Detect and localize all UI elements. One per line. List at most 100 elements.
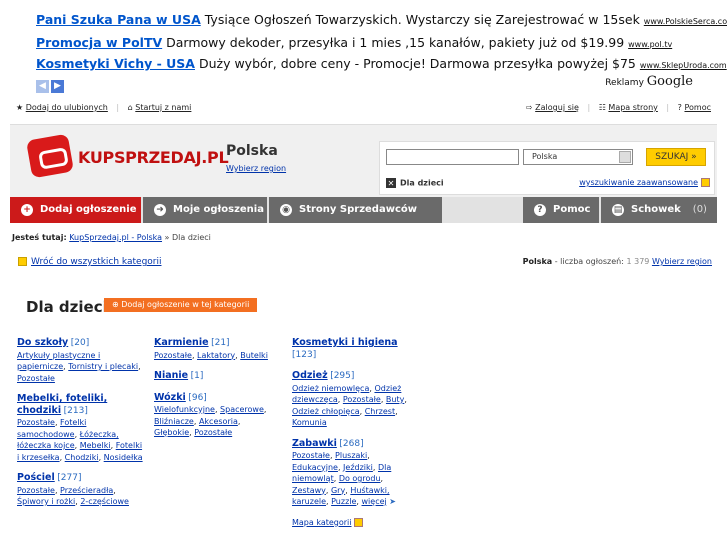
login-link[interactable]: Zaloguj się (535, 103, 579, 112)
choose-region-link[interactable]: Wybierz region (226, 164, 286, 173)
add-in-category-button[interactable]: ⊕ Dodaj ogłoszenie w tej kategorii (104, 298, 258, 312)
subcategory-link[interactable]: Buty (386, 395, 404, 404)
help-link[interactable]: Pomoc (684, 103, 711, 112)
ad-1[interactable]: Pani Szuka Pana w USA Tysiące Ogłoszeń T… (36, 12, 727, 27)
category-link[interactable]: Kosmetyki i higiena (292, 337, 398, 348)
subcategory-link[interactable]: Pozostałe (292, 451, 330, 460)
subcategory-link[interactable]: Tornistry i plecaki (68, 362, 138, 371)
ad-url[interactable]: www.PolskieSerca.com (644, 17, 727, 26)
category-map-link[interactable]: Mapa kategorii (292, 518, 352, 527)
category-count: [1] (190, 371, 204, 381)
search-input[interactable] (386, 149, 519, 165)
subcategory-link[interactable]: Pozostałe (154, 351, 192, 360)
subcategory-link[interactable]: Komunia (292, 418, 327, 427)
subcategory-link[interactable]: Chrzest (365, 407, 395, 416)
subcategory-link[interactable]: Akcesoria (199, 417, 238, 426)
search-panel: Polska SZUKAJ » ✕ Dla dzieci wyszukiwanie… (379, 141, 715, 195)
homepage-link[interactable]: Startuj z nami (135, 103, 191, 112)
tab-clipboard[interactable]: ▤ Schowek (0) (601, 197, 717, 223)
subcategory-link[interactable]: Śpiwory i rożki (17, 497, 75, 506)
subcategory-link[interactable]: Nosidełka (104, 453, 143, 462)
subcategory-link[interactable]: Mebelki (80, 441, 111, 450)
category-link[interactable]: Karmienie (154, 337, 209, 348)
kids-filter-checkbox[interactable]: ✕ Dla dzieci (386, 178, 444, 188)
ad-title[interactable]: Promocja w PolTV (36, 35, 162, 50)
count-choose-region[interactable]: Wybierz region (652, 257, 712, 266)
subcategory-link[interactable]: Do ogrodu (339, 474, 381, 483)
category-link[interactable]: Pościel (17, 472, 55, 483)
subcategory-link[interactable]: Gry (331, 486, 345, 495)
subcategory-link[interactable]: Edukacyjne (292, 463, 338, 472)
subcategory-link[interactable]: Pozostałe (343, 395, 381, 404)
plus-icon: + (21, 204, 33, 216)
advanced-search-link[interactable]: wyszukiwanie zaawansowane (579, 178, 698, 187)
breadcrumb-home[interactable]: KupSprzedaj.pl - Polska (69, 233, 162, 242)
ads-label: Reklamy (605, 78, 644, 88)
ad-title[interactable]: Kosmetyki Vichy - USA (36, 56, 195, 71)
add-favorites-link[interactable]: Dodaj do ulubionych (26, 103, 108, 112)
ad-url[interactable]: www.pol.tv (628, 40, 672, 49)
subcategory-link[interactable]: Pluszaki (335, 451, 367, 460)
search-button[interactable]: SZUKAJ » (646, 148, 706, 166)
category-link[interactable]: Nianie (154, 370, 188, 381)
subcategory-link[interactable]: więcej (362, 497, 387, 506)
clipboard-icon: ▤ (612, 204, 624, 216)
ad-title[interactable]: Pani Szuka Pana w USA (36, 12, 201, 27)
back-link[interactable]: Wróć do wszystkich kategorii (31, 257, 162, 267)
subcategory-link[interactable]: Chodziki (65, 453, 99, 462)
category-link[interactable]: Odzież (292, 370, 328, 381)
chevron-left-icon[interactable]: ◀ (36, 80, 49, 93)
region-select[interactable]: Polska (523, 149, 633, 165)
subcategory-link[interactable]: Jeździki (343, 463, 373, 472)
subcategory-link[interactable]: 2-częściowe (80, 497, 129, 506)
site-header: KUPSPRZEDAJ.PL Polska Wybierz region Pol… (10, 124, 717, 197)
tab-my-ads[interactable]: ➜ Moje ogłoszenia (143, 197, 267, 223)
tab-label: Pomoc (553, 204, 591, 215)
subcategory-link[interactable]: Zestawy (292, 486, 326, 495)
subcategory-link[interactable]: Pozostałe (17, 418, 55, 427)
breadcrumb: Jesteś tutaj: KupSprzedaj.pl - Polska » … (12, 233, 211, 242)
subcategory-link[interactable]: Spacerowe (220, 405, 264, 414)
category-link[interactable]: Mebelki, foteliki, chodziki (17, 393, 107, 416)
category-column: Kosmetyki i higiena [123] Odzież [295] Odz… (292, 337, 416, 528)
ad-url[interactable]: www.SklepUroda.com (640, 61, 727, 70)
subcategory-link[interactable]: Pozostałe (17, 486, 55, 495)
category-block: Pościel [277] Pozostałe, Prześcieradła, Ś… (17, 472, 129, 506)
count-label: - liczba ogłoszeń: (552, 257, 627, 266)
category-link[interactable]: Wózki (154, 392, 186, 403)
subcategory-link[interactable]: Odzież chłopięca (292, 407, 360, 416)
site-logo[interactable]: KUPSPRZEDAJ.PL (20, 133, 229, 179)
bookmark-icon: ★ (16, 103, 24, 112)
advanced-search[interactable]: wyszukiwanie zaawansowane (579, 178, 710, 187)
subcategory-link[interactable]: Puzzle (331, 497, 356, 506)
subcategory-link[interactable]: Odzież niemowlęca (292, 384, 369, 393)
tab-add-ad[interactable]: + Dodaj ogłoszenie (10, 197, 141, 223)
handshake-icon (26, 133, 74, 179)
login-icon: ⇨ (525, 103, 533, 112)
subcategory-link[interactable]: Wielofunkcyjne (154, 405, 215, 414)
subcategory-link[interactable]: Głębokie (154, 428, 189, 437)
ad-3[interactable]: Kosmetyki Vichy - USA Duży wybór, dobre … (36, 56, 727, 71)
tab-help[interactable]: ? Pomoc (523, 197, 599, 223)
region-name: Polska (226, 143, 278, 159)
arrow-right-icon (701, 178, 710, 187)
category-map[interactable]: Mapa kategorii (292, 517, 416, 529)
subcategory-link[interactable]: Butelki (240, 351, 268, 360)
tab-seller-pages[interactable]: ◉ Strony Sprzedawców (269, 197, 442, 223)
category-link[interactable]: Zabawki (292, 438, 337, 449)
tab-label: Dodaj ogłoszenie (40, 204, 137, 215)
subcategory-link[interactable]: Pozostałe (17, 374, 55, 383)
sitemap-link[interactable]: Mapa strony (608, 103, 657, 112)
subcategory-link[interactable]: Prześcieradła (60, 486, 113, 495)
category-link[interactable]: Do szkoły (17, 337, 68, 348)
category-column: Karmienie [21] Pozostałe, Laktatory, Bute… (154, 337, 279, 448)
ads-by-google[interactable]: Reklamy Google (605, 74, 693, 89)
subcategory-link[interactable]: Laktatory (197, 351, 235, 360)
category-block: Odzież [295] Odzież niemowlęca, Odzież dz… (292, 370, 407, 427)
subcategory-link[interactable]: Bliźniacze (154, 417, 194, 426)
chevron-right-icon[interactable]: ▶ (51, 80, 64, 93)
back-to-categories[interactable]: Wróć do wszystkich kategorii (18, 257, 162, 267)
ad-2[interactable]: Promocja w PolTV Darmowy dekoder, przesy… (36, 35, 672, 50)
count-value: 1 379 (626, 257, 650, 266)
subcategory-link[interactable]: Pozostałe (194, 428, 232, 437)
